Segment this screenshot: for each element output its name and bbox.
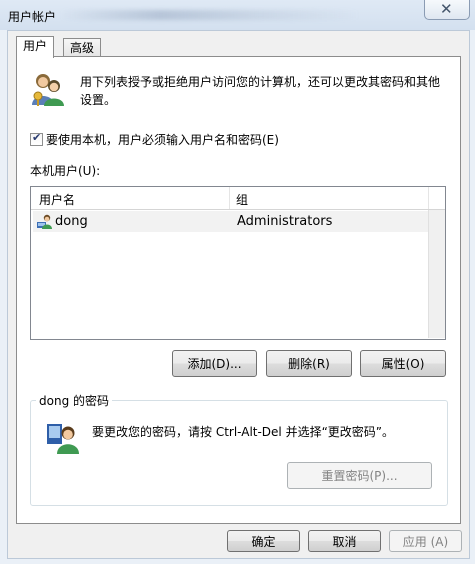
list-header: 用户名 组 xyxy=(31,187,445,210)
user-name-cell: dong xyxy=(55,214,88,229)
ok-button[interactable]: 确定 xyxy=(227,530,300,552)
column-divider[interactable] xyxy=(428,187,429,209)
close-icon: ✕ xyxy=(440,0,453,18)
tab-users[interactable]: 用户 xyxy=(16,36,55,58)
apply-button[interactable]: 应用 (A) xyxy=(389,530,462,552)
list-scroll-area xyxy=(428,210,445,338)
users-list[interactable]: 用户名 组 dong Administrators xyxy=(30,186,446,340)
checkmark-icon: ✔ xyxy=(32,131,42,144)
column-header-username[interactable]: 用户名 xyxy=(39,191,75,208)
title-bar: 用户帐户 ✕ xyxy=(0,0,475,30)
cancel-button[interactable]: 取消 xyxy=(308,530,381,552)
column-header-group[interactable]: 组 xyxy=(236,191,248,208)
password-user-icon xyxy=(47,424,79,454)
local-users-label: 本机用户(U): xyxy=(30,164,101,178)
require-login-label[interactable]: 要使用本机，用户必须输入用户名和密码(E) xyxy=(46,131,279,148)
add-user-button[interactable]: 添加(D)... xyxy=(172,350,257,377)
blurred-title-background xyxy=(60,10,360,20)
description-text: 用下列表授予或拒绝用户访问您的计算机，还可以更改其密码和其他设置。 xyxy=(80,75,441,107)
password-group-title: dong 的密码 xyxy=(36,392,112,409)
window-title: 用户帐户 xyxy=(8,10,57,24)
tab-advanced[interactable]: 高级 xyxy=(63,38,102,58)
user-account-icon xyxy=(37,214,52,229)
user-group-cell: Administrators xyxy=(237,214,333,229)
column-divider[interactable] xyxy=(229,187,230,209)
password-instruction-text: 要更改您的密码，请按 Ctrl-Alt-Del 并选择“更改密码”。 xyxy=(92,425,395,439)
password-groupbox xyxy=(30,400,448,506)
properties-button[interactable]: 属性(O) xyxy=(360,350,446,377)
reset-password-button[interactable]: 重置密码(P)... xyxy=(287,462,432,489)
users-icon xyxy=(32,74,64,106)
table-row[interactable]: dong Administrators xyxy=(33,211,429,232)
close-button[interactable]: ✕ xyxy=(424,0,470,20)
require-login-checkbox[interactable]: ✔ xyxy=(30,131,43,146)
remove-user-button[interactable]: 删除(R) xyxy=(266,350,352,377)
